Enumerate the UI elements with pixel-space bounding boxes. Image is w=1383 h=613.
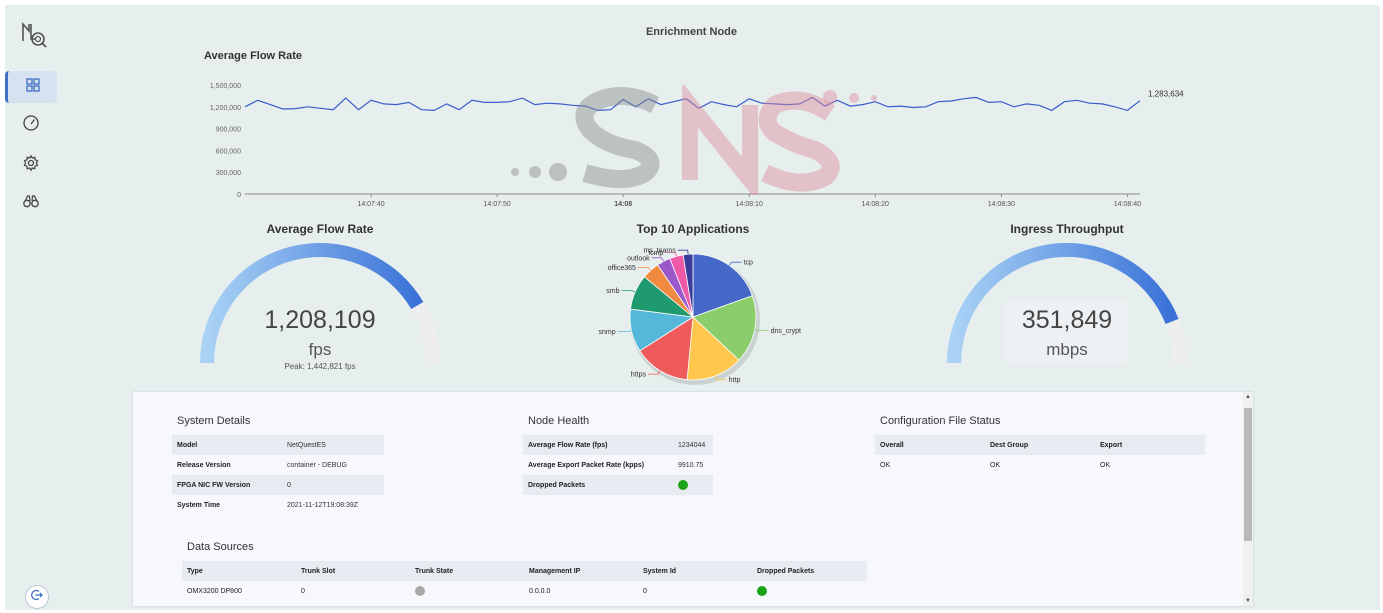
- pie-label-https: https: [631, 372, 647, 379]
- dropped-packets-dot: [757, 586, 767, 596]
- sidebar-item-performance[interactable]: [5, 109, 57, 141]
- sidebar-item-dashboard[interactable]: [5, 71, 57, 103]
- pie-label-outlook: outlook: [627, 255, 650, 262]
- system-details-table: Model NetQuestES Release Version container…: [172, 435, 384, 515]
- config-status-title: Configuration File Status: [880, 415, 1001, 427]
- pie-label-line: [651, 257, 664, 262]
- data-sources-title: Data Sources: [187, 541, 254, 553]
- table-row: System Time 2021-11-12T19:08:39Z: [177, 501, 359, 509]
- ingress-gauge-unit: mbps: [1046, 340, 1088, 359]
- ingress-gauge-value: 351,849: [1021, 306, 1113, 334]
- y-tick-label: 600,000: [216, 148, 241, 155]
- pie-label-ms_teams: ms_teams: [643, 248, 676, 255]
- binoculars-icon: [22, 192, 40, 215]
- gear-icon: [22, 154, 40, 177]
- table-row: Model NetQuestES: [172, 435, 384, 455]
- pie-label-tcp: tcp: [744, 260, 753, 267]
- panel-scrollbar[interactable]: ▲ ▼: [1243, 392, 1253, 606]
- logout-icon: [30, 588, 44, 607]
- x-tick-label: 14:08:20: [862, 201, 889, 208]
- flow-gauge-peak: Peak: 1,442,821 fps: [284, 362, 356, 371]
- y-tick-label: 1,500,000: [210, 83, 241, 90]
- table-header-row: Type Trunk Slot Trunk State Management I…: [182, 561, 867, 581]
- table-row: Dropped Packets: [523, 475, 713, 495]
- pie-label-line: [728, 261, 742, 266]
- config-status-table: Overall Dest Group Export OK OK OK: [875, 435, 1205, 475]
- y-tick-label: 300,000: [216, 170, 241, 177]
- table-row: OK OK OK: [880, 461, 1111, 469]
- table-row: Release Version container - DEBUG: [177, 461, 347, 469]
- scroll-down-arrow-icon[interactable]: ▼: [1243, 598, 1253, 604]
- pie-label-http: http: [729, 377, 741, 384]
- last-value-label: 1,283,634: [1148, 90, 1184, 99]
- sidebar-item-settings[interactable]: [5, 149, 57, 181]
- table-header-row: Overall Dest Group Export: [875, 435, 1205, 455]
- pie-label-line: [617, 330, 632, 332]
- flow-gauge-value: 1,208,109: [264, 306, 376, 334]
- trunk-state-dot: [415, 586, 425, 596]
- sidebar: [5, 5, 60, 610]
- x-tick-label: 14:08:30: [988, 201, 1015, 208]
- dropped-packets-status-dot: [678, 480, 688, 490]
- management-ip-link[interactable]: 0.0.0.0: [524, 581, 638, 601]
- scroll-thumb[interactable]: [1244, 408, 1252, 541]
- pie-label-line: [754, 329, 769, 331]
- scroll-up-arrow-icon[interactable]: ▲: [1243, 394, 1253, 400]
- flow-chart-title: Average Flow Rate: [204, 50, 303, 62]
- node-health-title: Node Health: [528, 415, 590, 427]
- pie-label-line: [677, 249, 689, 255]
- flow-gauge-title: Average Flow Rate: [266, 222, 374, 236]
- pie-label-snmp: snmp: [598, 329, 615, 336]
- y-tick-label: 1,200,000: [210, 105, 241, 112]
- x-tick-label: 14:08:10: [736, 201, 763, 208]
- pie-label-line: [621, 290, 636, 293]
- details-panel[interactable]: System Details Model NetQuestES Release V…: [133, 392, 1253, 606]
- data-sources-table: Type Trunk Slot Trunk State Management I…: [182, 561, 867, 601]
- x-tick-label: 14:07:50: [483, 201, 510, 208]
- pie-label-office365: office365: [608, 265, 636, 272]
- grid-icon: [24, 76, 42, 99]
- ingress-gauge-title: Ingress Throughput: [1010, 222, 1124, 236]
- sidebar-item-monitor[interactable]: [5, 187, 57, 219]
- y-tick-label: 0: [237, 192, 241, 199]
- top-applications-pie-chart: tcp dns_crypthttp https snmp smb office365 out…: [598, 248, 801, 385]
- table-row: Average Export Packet Rate (kpps) 9910.75: [528, 461, 704, 469]
- sns-watermark-logo: [511, 85, 877, 195]
- table-row: Average Flow Rate (fps) 1234044: [523, 435, 713, 455]
- logout-button[interactable]: [25, 585, 49, 609]
- y-tick-label: 900,000: [216, 127, 241, 134]
- table-row[interactable]: OMX3200 DP800 0 0.0.0.0 0: [182, 581, 867, 601]
- speedometer-icon: [22, 114, 40, 137]
- table-row: FPGA NIC FW Version 0: [172, 475, 384, 495]
- pie-label-line: [637, 267, 651, 271]
- pie-label-smb: smb: [606, 288, 619, 295]
- page-title: Enrichment Node: [645, 26, 738, 38]
- pie-label-dns_crypt: dns_crypt: [771, 328, 801, 335]
- system-details-title: System Details: [177, 415, 251, 427]
- x-tick-label: 14:08:40: [1114, 201, 1141, 208]
- node-health-table: Average Flow Rate (fps) 1234044 Average E…: [523, 435, 713, 495]
- x-tick-label: 14:08: [614, 201, 632, 208]
- flow-gauge-unit: fps: [308, 340, 332, 359]
- x-tick-label: 14:07:40: [357, 201, 384, 208]
